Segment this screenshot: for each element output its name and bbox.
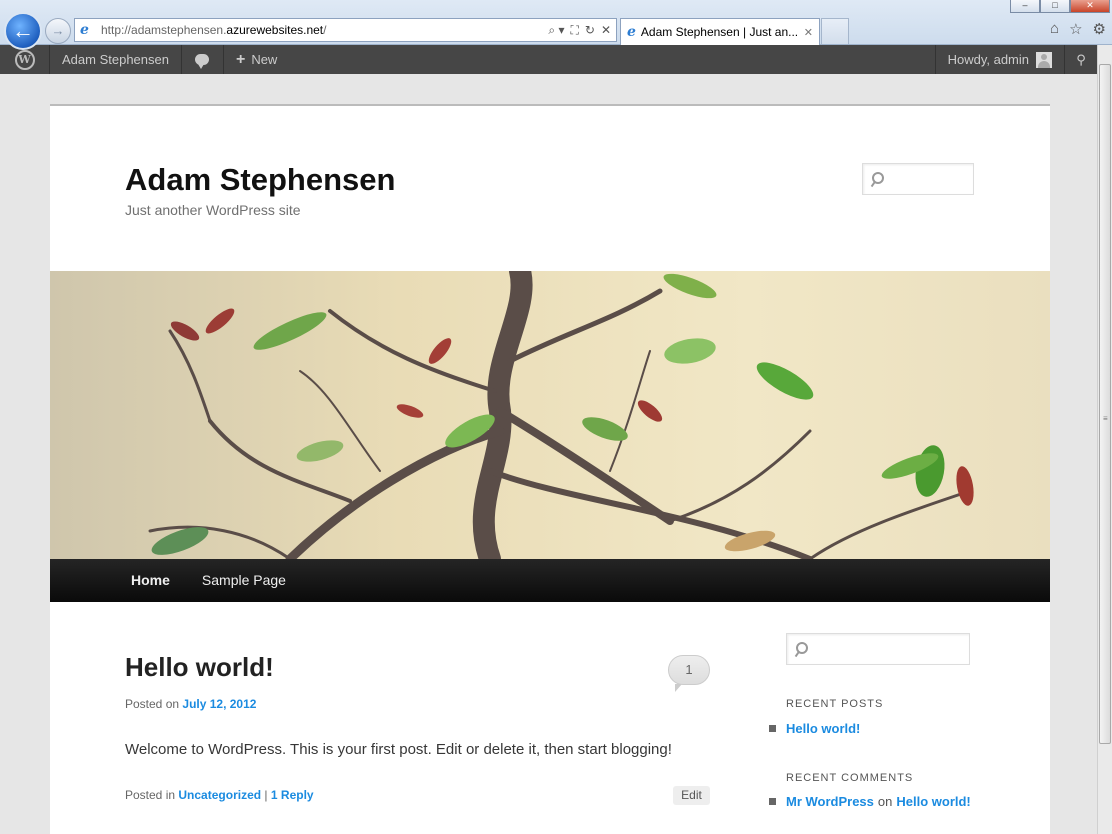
gear-icon[interactable]: ⚙: [1093, 20, 1106, 38]
close-window-button[interactable]: ✕: [1070, 0, 1110, 13]
on-label: on: [877, 794, 893, 809]
comment-author-link[interactable]: Mr WordPress: [786, 794, 874, 809]
howdy-label: Howdy, admin: [947, 52, 1029, 67]
close-tab-icon[interactable]: ✕: [804, 26, 813, 39]
post-footer: Posted in Uncategorized | 1 Reply: [125, 788, 314, 802]
search-icon: [871, 172, 884, 184]
wp-admin-bar: W Adam Stephensen + New Howdy, admin ⚲: [0, 45, 1097, 74]
stop-icon[interactable]: ✕: [601, 23, 611, 38]
scrollbar-thumb[interactable]: ≡: [1099, 64, 1111, 744]
compatibility-view-icon[interactable]: ⛶: [570, 23, 578, 38]
search-icon: [795, 642, 808, 654]
url-domain: azurewebsites.net: [226, 23, 324, 37]
address-url[interactable]: http://adamstephensen.azurewebsites.net/: [101, 23, 327, 37]
plus-icon: +: [235, 50, 246, 68]
favorites-star-icon[interactable]: ☆: [1069, 20, 1082, 38]
home-icon[interactable]: ⌂: [1050, 20, 1059, 38]
search-dropdown-icon[interactable]: ⌕ ▾: [548, 23, 564, 38]
bullet-icon: [769, 798, 776, 805]
back-arrow-icon[interactable]: ←: [4, 12, 42, 50]
reply-link[interactable]: 1 Reply: [271, 788, 314, 802]
site-description: Just another WordPress site: [125, 202, 301, 218]
refresh-icon[interactable]: ↻: [585, 23, 595, 38]
tab-title: Adam Stephensen | Just an...: [640, 25, 799, 39]
post-content: Welcome to WordPress. This is your first…: [125, 741, 672, 758]
scrollbar-grip: ≡: [1103, 414, 1108, 423]
nav-item-sample-page[interactable]: Sample Page: [186, 559, 302, 602]
search-icon: ⚲: [1076, 51, 1086, 67]
browser-chrome: – □ ✕ ← → e http://adamstephensen.azurew…: [0, 0, 1112, 50]
category-link[interactable]: Uncategorized: [178, 788, 261, 802]
address-tools: ⌕ ▾ ⛶ ↻ ✕: [548, 23, 616, 38]
maximize-button[interactable]: □: [1040, 0, 1070, 13]
browser-toolbar-icons: ⌂ ☆ ⚙: [1050, 20, 1106, 38]
admin-bar-new-label: New: [251, 52, 278, 67]
ie-logo-icon: e: [627, 24, 636, 40]
page-content: Adam Stephensen Just another WordPress s…: [50, 104, 1050, 834]
comment-bubble-icon: [195, 54, 210, 69]
bullet-icon: [769, 725, 776, 732]
wordpress-logo-icon: W: [14, 49, 35, 70]
forward-arrow-icon[interactable]: →: [45, 18, 71, 44]
meta-separator: |: [264, 788, 268, 802]
admin-bar-my-account[interactable]: Howdy, admin: [934, 45, 1065, 74]
sidebar-search-input[interactable]: [786, 633, 970, 665]
post-title[interactable]: Hello world!: [125, 652, 274, 683]
list-item: Hello world!: [769, 721, 860, 736]
admin-bar-search[interactable]: ⚲: [1065, 45, 1097, 74]
recent-comments-title: Recent Comments: [786, 772, 914, 784]
list-item: Mr WordPress on Hello world!: [769, 794, 971, 809]
url-prefix: http://adamstephensen.: [101, 23, 227, 37]
admin-bar-new[interactable]: + New: [224, 45, 289, 74]
admin-bar-right: Howdy, admin ⚲: [934, 45, 1097, 74]
recent-posts-title: Recent Posts: [786, 698, 884, 710]
new-tab-button[interactable]: [821, 18, 849, 44]
post-date-link[interactable]: July 12, 2012: [182, 697, 256, 711]
posted-in-label: Posted in: [125, 788, 176, 802]
edit-post-button[interactable]: Edit: [673, 786, 710, 805]
recent-post-link[interactable]: Hello world!: [786, 721, 860, 736]
address-bar[interactable]: e http://adamstephensen.azurewebsites.ne…: [74, 18, 617, 42]
header-image[interactable]: [50, 271, 1050, 559]
url-suffix: /: [323, 23, 327, 37]
post-meta: Posted on July 12, 2012: [125, 697, 256, 711]
admin-bar-comments[interactable]: [182, 45, 224, 74]
main-navigation: Home Sample Page: [50, 559, 1050, 602]
minimize-button[interactable]: –: [1010, 0, 1040, 13]
window-controls: – □ ✕: [1010, 0, 1110, 13]
comment-count-bubble[interactable]: 1: [668, 655, 710, 692]
nav-item-home[interactable]: Home: [115, 559, 186, 602]
ie-logo-icon: e: [80, 22, 89, 38]
posted-on-label: Posted on: [125, 697, 180, 711]
vertical-scrollbar[interactable]: ≡: [1097, 45, 1112, 834]
tab-active[interactable]: e Adam Stephensen | Just an... ✕: [620, 18, 820, 45]
site-title[interactable]: Adam Stephensen: [125, 162, 395, 198]
admin-bar-site-name[interactable]: Adam Stephensen: [50, 45, 182, 74]
avatar-icon: [1036, 51, 1052, 68]
comment-post-link[interactable]: Hello world!: [896, 794, 970, 809]
header-search-input[interactable]: [862, 163, 974, 195]
